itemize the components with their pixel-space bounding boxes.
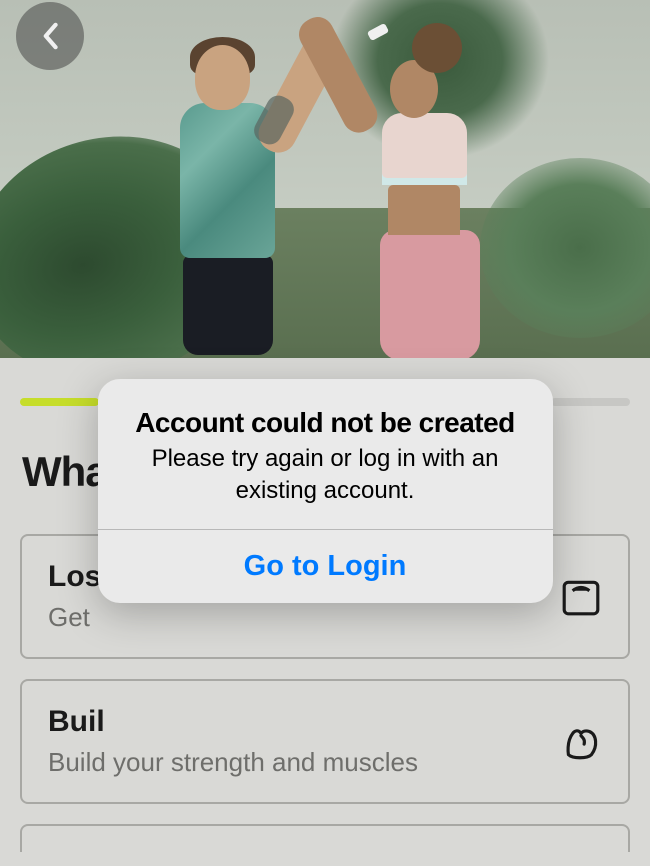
- error-modal: Account could not be created Please try …: [98, 379, 553, 604]
- modal-message: Please try again or log in with an exist…: [124, 443, 527, 508]
- modal-overlay: Account could not be created Please try …: [0, 0, 650, 866]
- modal-title: Account could not be created: [124, 407, 527, 439]
- go-to-login-button[interactable]: Go to Login: [98, 530, 553, 603]
